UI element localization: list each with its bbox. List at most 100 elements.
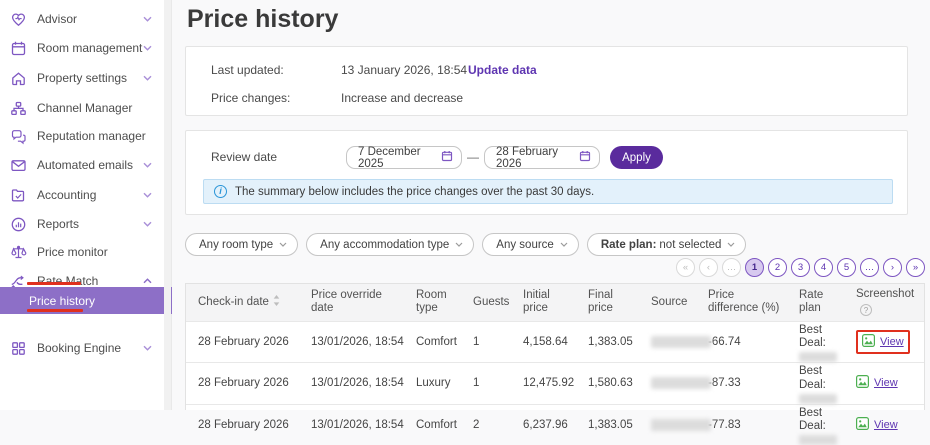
view-link[interactable]: View	[880, 336, 904, 348]
sidebar-item-label: Channel Manager	[37, 101, 132, 115]
apply-button[interactable]: Apply	[610, 146, 663, 169]
sidebar-item-property-settings[interactable]: Property settings	[0, 67, 165, 89]
advisor-icon	[10, 11, 27, 28]
grid-icon	[10, 340, 27, 357]
info-banner-text: The summary below includes the price cha…	[235, 186, 594, 198]
app-window: Advisor Room management Property setting…	[0, 0, 930, 410]
sidebar-subitem-label: Price history	[29, 294, 95, 308]
table-row: 28 February 2026 13/01/2026, 18:54 Luxur…	[186, 363, 924, 405]
image-icon	[862, 334, 875, 350]
sidebar-item-accounting[interactable]: Accounting	[0, 184, 165, 206]
page-prev-button[interactable]: ‹	[699, 258, 718, 277]
filters-bar: Any room type Any accommodation type Any…	[185, 233, 746, 256]
view-wrap: View	[856, 375, 898, 391]
cell-source-redacted	[639, 404, 696, 445]
sidebar-item-label: Room management	[37, 41, 142, 55]
date-from-input[interactable]: 7 December 2025	[346, 146, 462, 169]
cell-initial: 12,475.92	[511, 363, 576, 405]
header-final-price: Final price	[576, 284, 639, 321]
cell-guests: 2	[461, 404, 511, 445]
page-last-button[interactable]: »	[906, 258, 925, 277]
chevron-down-icon	[143, 192, 152, 198]
redacted-rate-plan	[799, 435, 837, 445]
calendar-icon	[441, 150, 453, 165]
header-check-in-date[interactable]: Check-in date	[186, 284, 299, 321]
calendar-icon	[10, 40, 27, 57]
help-icon[interactable]: ?	[860, 304, 872, 316]
rate-plan-filter[interactable]: Rate plan: not selected	[587, 233, 747, 256]
cell-check-in: 28 February 2026	[186, 404, 299, 445]
sidebar-item-label: Automated emails	[37, 158, 133, 172]
redacted-source	[651, 336, 711, 348]
info-banner: i The summary below includes the price c…	[203, 179, 893, 204]
sidebar-item-reports[interactable]: Reports	[0, 213, 165, 235]
price-history-table: Check-in date Price override date Room t…	[185, 283, 925, 410]
page-4-button[interactable]: 4	[814, 258, 833, 277]
date-from-value: 7 December 2025	[358, 146, 441, 170]
cell-screenshot: View	[844, 321, 924, 363]
chevron-down-icon	[143, 162, 152, 168]
sidebar-item-label: Property settings	[37, 71, 127, 85]
sidebar-item-booking-engine[interactable]: Booking Engine	[0, 337, 165, 359]
page-next-button[interactable]: ›	[883, 258, 902, 277]
page-5-button[interactable]: 5	[837, 258, 856, 277]
room-type-filter[interactable]: Any room type	[185, 233, 298, 256]
redacted-rate-plan	[799, 394, 837, 404]
annotation-underline-rate-match	[27, 282, 81, 285]
sidebar: Advisor Room management Property setting…	[0, 0, 172, 410]
sidebar-item-label: Advisor	[37, 12, 77, 26]
page-ellipsis-left: …	[722, 258, 741, 277]
view-link[interactable]: View	[874, 419, 898, 431]
view-link[interactable]: View	[874, 377, 898, 389]
header-room-type: Room type	[404, 284, 461, 321]
source-filter[interactable]: Any source	[482, 233, 579, 256]
sidebar-item-channel-manager[interactable]: Channel Manager	[0, 97, 165, 119]
chevron-down-icon	[560, 242, 568, 247]
cell-source-redacted	[639, 321, 696, 363]
page-1-button[interactable]: 1	[745, 258, 764, 277]
header-initial-price: Initial price	[511, 284, 576, 321]
date-to-input[interactable]: 28 February 2026	[484, 146, 600, 169]
cell-rate-plan: Best Deal:	[787, 321, 844, 363]
rate-plan-filter-label: Rate plan:	[601, 239, 657, 251]
sidebar-item-advisor[interactable]: Advisor	[0, 8, 165, 30]
page-2-button[interactable]: 2	[768, 258, 787, 277]
chevron-down-icon	[455, 242, 463, 247]
chevron-down-icon	[143, 75, 152, 81]
sidebar-item-room-management[interactable]: Room management	[0, 37, 165, 59]
header-source: Source	[639, 284, 696, 321]
sidebar-item-label: Reputation manager	[37, 129, 146, 143]
source-filter-label: Any source	[496, 239, 554, 251]
home-icon	[10, 70, 27, 87]
page-first-button[interactable]: «	[676, 258, 695, 277]
accommodation-type-filter[interactable]: Any accommodation type	[306, 233, 474, 256]
room-type-filter-label: Any room type	[199, 239, 273, 251]
cell-source-redacted	[639, 363, 696, 405]
redacted-source	[651, 419, 711, 431]
sidebar-scrollbar[interactable]	[164, 0, 171, 410]
date-range-dash: —	[467, 150, 479, 164]
cell-screenshot: View	[844, 404, 924, 445]
accommodation-type-filter-label: Any accommodation type	[320, 239, 449, 251]
sidebar-item-price-history-selected[interactable]: Price history	[0, 287, 172, 314]
calendar-icon	[579, 150, 591, 165]
cell-final: 1,383.05	[576, 404, 639, 445]
chart-circle-icon	[10, 216, 27, 233]
cell-check-in: 28 February 2026	[186, 321, 299, 363]
pagination: « ‹ … 1 2 3 4 5 … › »	[676, 258, 925, 277]
update-data-link[interactable]: Update data	[468, 63, 537, 77]
sidebar-item-label: Accounting	[37, 188, 96, 202]
cell-initial: 4,158.64	[511, 321, 576, 363]
sidebar-item-price-monitor[interactable]: Price monitor	[0, 241, 165, 263]
page-3-button[interactable]: 3	[791, 258, 810, 277]
sidebar-item-automated-emails[interactable]: Automated emails	[0, 154, 165, 176]
sidebar-item-label: Rate Match	[37, 274, 98, 288]
sidebar-item-label: Booking Engine	[37, 341, 121, 355]
cell-guests: 1	[461, 363, 511, 405]
sidebar-item-reputation-manager[interactable]: Reputation manager	[0, 125, 165, 147]
sort-icon[interactable]	[273, 295, 280, 310]
review-date-label: Review date	[211, 150, 277, 164]
table-row: 28 February 2026 13/01/2026, 18:54 Comfo…	[186, 321, 924, 363]
info-icon: i	[214, 185, 227, 198]
chevron-up-icon	[143, 278, 152, 284]
